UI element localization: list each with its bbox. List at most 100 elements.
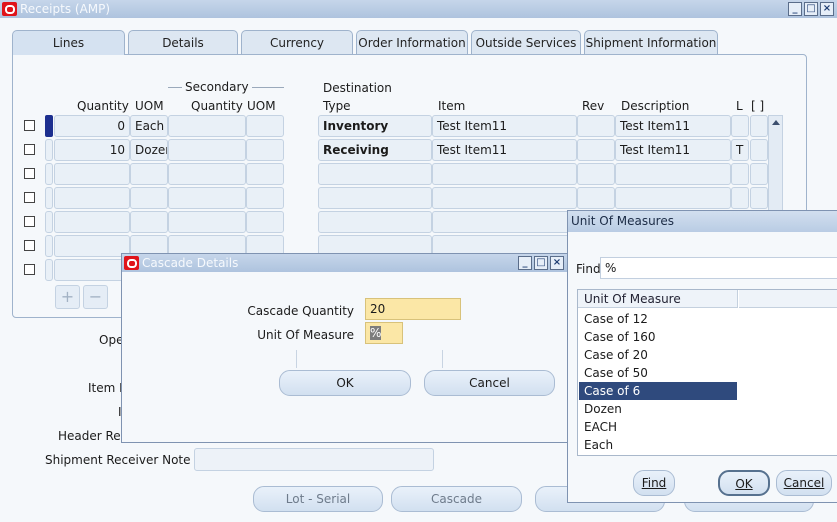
item-cell[interactable]: Test Item11 <box>432 115 577 137</box>
tab-currency[interactable]: Currency <box>241 30 353 54</box>
item-cell[interactable] <box>432 211 577 233</box>
destination-type-cell[interactable]: Receiving <box>318 139 432 161</box>
uom-option[interactable]: Case of 160 <box>579 328 737 346</box>
l-cell[interactable] <box>731 187 749 209</box>
item-cell[interactable] <box>432 163 577 185</box>
item-cell[interactable] <box>432 187 577 209</box>
row-select-checkbox[interactable] <box>24 168 35 179</box>
secondary-quantity-cell[interactable] <box>168 115 246 137</box>
l-cell[interactable]: T <box>731 139 749 161</box>
rev-cell[interactable] <box>577 115 615 137</box>
uom-option-selected[interactable]: Case of 6 <box>579 382 737 400</box>
uom-column-header[interactable]: Unit Of Measure <box>578 290 738 308</box>
shipment-receiver-note-label: Shipment Receiver Note <box>45 453 191 467</box>
uom-cell[interactable] <box>130 211 168 233</box>
uom-cell[interactable] <box>130 163 168 185</box>
scroll-up-arrow-icon[interactable] <box>771 120 780 125</box>
close-icon[interactable]: × <box>820 2 834 16</box>
lot-serial-button[interactable]: Lot - Serial <box>253 486 383 512</box>
quantity-cell[interactable]: 10 <box>54 139 130 161</box>
destination-type-cell[interactable] <box>318 163 432 185</box>
find-input[interactable]: % <box>600 257 837 279</box>
secondary-uom-cell[interactable] <box>246 187 284 209</box>
secondary-quantity-cell[interactable] <box>168 211 246 233</box>
secondary-uom-cell[interactable] <box>246 211 284 233</box>
uom-option[interactable]: Each <box>579 436 737 454</box>
tab-lines[interactable]: Lines <box>12 30 125 55</box>
add-row-button[interactable]: + <box>55 285 80 309</box>
flex-cell[interactable] <box>750 139 768 161</box>
uom-option[interactable]: EACH <box>579 418 737 436</box>
secondary-uom-cell[interactable] <box>246 163 284 185</box>
cascade-quantity-field[interactable]: 20 <box>365 298 461 320</box>
secondary-uom-cell[interactable] <box>246 115 284 137</box>
quantity-cell[interactable] <box>54 163 130 185</box>
quantity-cell[interactable] <box>54 187 130 209</box>
secondary-uom-cell[interactable] <box>246 139 284 161</box>
quantity-cell[interactable] <box>54 235 130 257</box>
uom-option[interactable]: Dozen <box>579 400 737 418</box>
quantity-cell[interactable] <box>54 259 130 281</box>
shipment-receiver-note-field[interactable] <box>194 448 434 471</box>
l-cell[interactable] <box>731 163 749 185</box>
uom-cell[interactable] <box>130 187 168 209</box>
header-item: Item <box>438 99 466 113</box>
secondary-quantity-cell[interactable] <box>168 139 246 161</box>
description-cell[interactable] <box>615 187 731 209</box>
rev-cell[interactable] <box>577 139 615 161</box>
remove-row-button[interactable]: − <box>83 285 108 309</box>
row-select-checkbox[interactable] <box>24 120 35 131</box>
row-select-checkbox[interactable] <box>24 144 35 155</box>
tab-shipment-information[interactable]: Shipment Information <box>584 30 718 54</box>
uom-find-button[interactable]: Find <box>633 470 675 496</box>
cascade-dialog-title: Cascade Details <box>142 256 239 270</box>
description-cell[interactable] <box>615 163 731 185</box>
description-cell[interactable]: Test Item11 <box>615 115 731 137</box>
destination-type-cell[interactable] <box>318 187 432 209</box>
destination-type-cell[interactable]: Inventory <box>318 115 432 137</box>
uom-cancel-button[interactable]: Cancel <box>776 470 832 496</box>
unit-of-measure-field[interactable]: % <box>365 322 403 344</box>
row-select-checkbox[interactable] <box>24 240 35 251</box>
item-cell[interactable]: Test Item11 <box>432 139 577 161</box>
maximize-icon[interactable]: □ <box>534 256 548 270</box>
uom-cancel-button-label: Cancel <box>783 476 825 490</box>
secondary-quantity-cell[interactable] <box>168 187 246 209</box>
rev-cell[interactable] <box>577 163 615 185</box>
window-title: Receipts (AMP) <box>20 2 111 16</box>
tab-order-information[interactable]: Order Information <box>356 30 468 54</box>
description-cell[interactable]: Test Item11 <box>615 139 731 161</box>
header-receiver-label: Header Re <box>58 429 121 443</box>
l-cell[interactable] <box>731 115 749 137</box>
row-select-checkbox[interactable] <box>24 216 35 227</box>
close-icon[interactable]: × <box>550 256 564 270</box>
uom-find-button-label: Find <box>641 476 667 490</box>
maximize-icon[interactable]: □ <box>804 2 818 16</box>
uom-cell[interactable]: Dozer <box>130 139 168 161</box>
uom-cell[interactable]: Each <box>130 115 168 137</box>
quantity-cell[interactable]: 0 <box>54 115 130 137</box>
tab-outside-services[interactable]: Outside Services <box>471 30 581 54</box>
uom-column-header-extra <box>739 290 837 308</box>
cascade-button[interactable]: Cascade <box>391 486 522 512</box>
row-select-checkbox[interactable] <box>24 264 35 275</box>
cascade-ok-button[interactable]: OK <box>279 370 411 396</box>
header-destination-type: Type <box>323 99 351 113</box>
row-select-checkbox[interactable] <box>24 192 35 203</box>
dialog-separator-left <box>296 350 297 368</box>
flex-cell[interactable] <box>750 187 768 209</box>
uom-option[interactable]: Case of 20 <box>579 346 737 364</box>
uom-ok-button[interactable]: OK <box>718 470 770 496</box>
destination-type-cell[interactable] <box>318 211 432 233</box>
flex-cell[interactable] <box>750 115 768 137</box>
uom-option[interactable]: Case of 12 <box>579 310 737 328</box>
minimize-icon[interactable]: _ <box>788 2 802 16</box>
rev-cell[interactable] <box>577 187 615 209</box>
quantity-cell[interactable] <box>54 211 130 233</box>
secondary-quantity-cell[interactable] <box>168 163 246 185</box>
cascade-cancel-button[interactable]: Cancel <box>424 370 555 396</box>
tab-details[interactable]: Details <box>128 30 238 54</box>
flex-cell[interactable] <box>750 163 768 185</box>
minimize-icon[interactable]: _ <box>518 256 532 270</box>
uom-option[interactable]: Case of 50 <box>579 364 737 382</box>
